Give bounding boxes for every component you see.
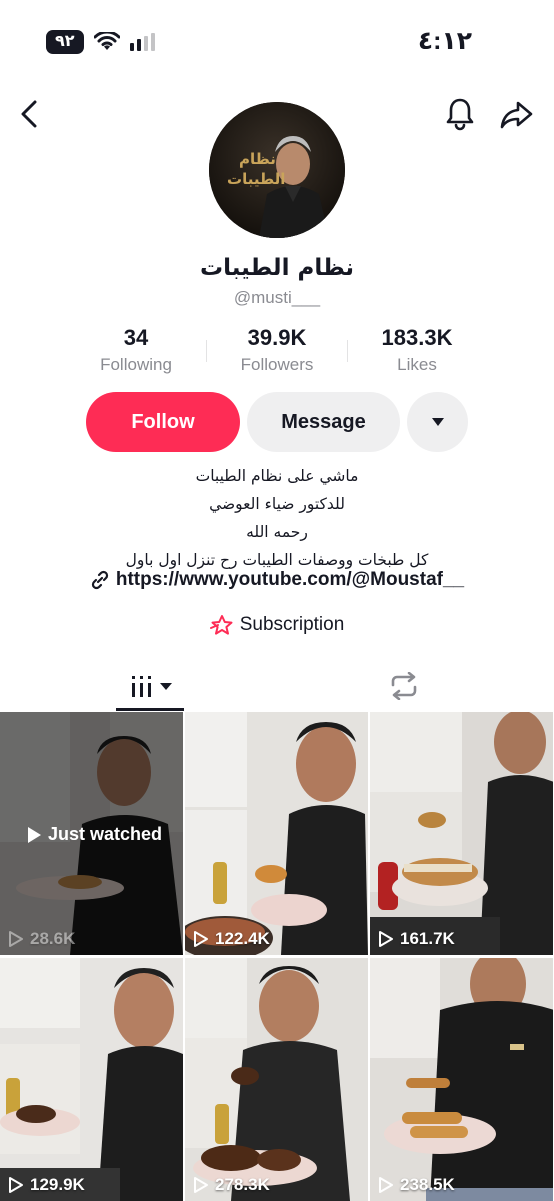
tab-reposts[interactable] (386, 670, 422, 702)
stat-divider (206, 340, 207, 362)
video-frame-image (370, 958, 553, 1201)
stat-value: 34 (123, 325, 149, 350)
video-thumbnail[interactable]: 122.4K (185, 712, 368, 955)
video-frame-image (0, 958, 183, 1201)
view-count-text: 28.6K (30, 929, 76, 948)
view-count-text: 278.3K (215, 1175, 270, 1194)
stat-followers[interactable]: 39.9K Followers (207, 325, 347, 375)
content-tabs (0, 660, 554, 712)
back-button[interactable] (14, 98, 44, 130)
video-frame-image (185, 958, 368, 1201)
battery-indicator: ٩٢ (46, 30, 84, 54)
bio-link-text: https://www.youtube.com/@Moustaf__ (115, 569, 465, 590)
repost-icon (391, 672, 417, 700)
avatar-text-line1: نظام (239, 150, 276, 168)
share-button[interactable] (498, 98, 534, 132)
play-outline-icon (194, 931, 208, 947)
bio-line: رحمه الله (246, 523, 308, 541)
notification-button[interactable] (443, 96, 477, 132)
bio-line: للدكتور ضياء العوضي (209, 495, 345, 513)
profile-stats: 34 Following 39.9K Followers 183.3K Like… (0, 325, 554, 385)
wifi-icon (93, 32, 120, 50)
subscription-label: Subscription (239, 614, 345, 635)
view-count-text: 122.4K (215, 929, 270, 948)
status-bar: ٩٢ ٤:١٢ (0, 0, 554, 80)
stat-label: Following (100, 355, 172, 374)
signal-icon (129, 33, 155, 51)
status-icons: ٩٢ (46, 30, 156, 54)
link-icon (91, 570, 108, 590)
username: @musti___ (233, 288, 321, 307)
bio-line: ماشي على نظام الطيبات (195, 467, 359, 485)
grid-icon (132, 676, 172, 697)
video-thumbnail[interactable]: 129.9K (0, 958, 183, 1201)
video-frame-image (185, 712, 368, 955)
bio: ماشي على نظام الطيبات للدكتور ضياء العوض… (0, 462, 554, 574)
clock: ٤:١٢ (417, 27, 472, 55)
video-thumbnail[interactable]: 278.3K (185, 958, 368, 1201)
play-outline-icon (9, 931, 23, 947)
tab-videos[interactable] (126, 670, 176, 702)
bio-link[interactable]: https://www.youtube.com/@Moustaf__ (0, 569, 554, 591)
video-thumbnail[interactable]: 161.7K (370, 712, 553, 955)
view-count: 129.9K (8, 1175, 85, 1195)
view-count: 122.4K (193, 929, 270, 949)
view-count: 161.7K (378, 929, 455, 949)
just-watched-label: Just watched (48, 824, 163, 844)
bell-icon (446, 98, 474, 131)
stat-label: Followers (240, 355, 314, 374)
share-icon (500, 101, 533, 129)
view-count-text: 161.7K (400, 929, 455, 948)
avatar[interactable]: نظام الطيبات (209, 102, 345, 238)
just-watched-badge: Just watched (26, 824, 162, 845)
video-thumbnail[interactable]: Just watched 28.6K (0, 712, 183, 955)
display-name: نظام الطيبات (200, 255, 354, 281)
stat-value: 39.9K (247, 325, 307, 350)
view-count: 28.6K (8, 929, 75, 949)
avatar-image: نظام الطيبات (209, 102, 345, 238)
active-tab-indicator (116, 708, 184, 711)
play-icon (28, 826, 41, 843)
stat-label: Likes (397, 355, 437, 374)
more-options-button[interactable] (407, 392, 468, 452)
avatar-text-line2: الطيبات (227, 170, 285, 188)
chevron-left-icon (21, 100, 37, 128)
video-frame-image (370, 712, 553, 955)
message-button[interactable]: Message (247, 392, 400, 452)
stat-likes[interactable]: 183.3K Likes (347, 325, 487, 375)
video-thumbnail[interactable]: 238.5K (370, 958, 553, 1201)
play-outline-icon (379, 931, 393, 947)
video-grid: Just watched 28.6K 122.4K 161.7K 129.9K … (0, 712, 554, 1201)
view-count: 278.3K (193, 1175, 270, 1195)
play-outline-icon (9, 1177, 23, 1193)
view-count: 238.5K (378, 1175, 455, 1195)
play-outline-icon (194, 1177, 208, 1193)
stat-following[interactable]: 34 Following (66, 325, 206, 375)
subscription-link[interactable]: Subscription (0, 614, 554, 636)
stat-divider (347, 340, 348, 362)
caret-down-icon (431, 418, 444, 426)
view-count-text: 238.5K (400, 1175, 455, 1194)
subscription-star-icon (209, 615, 233, 635)
view-count-text: 129.9K (30, 1175, 85, 1194)
stat-value: 183.3K (381, 325, 453, 350)
follow-button[interactable]: Follow (86, 392, 240, 452)
play-outline-icon (379, 1177, 393, 1193)
